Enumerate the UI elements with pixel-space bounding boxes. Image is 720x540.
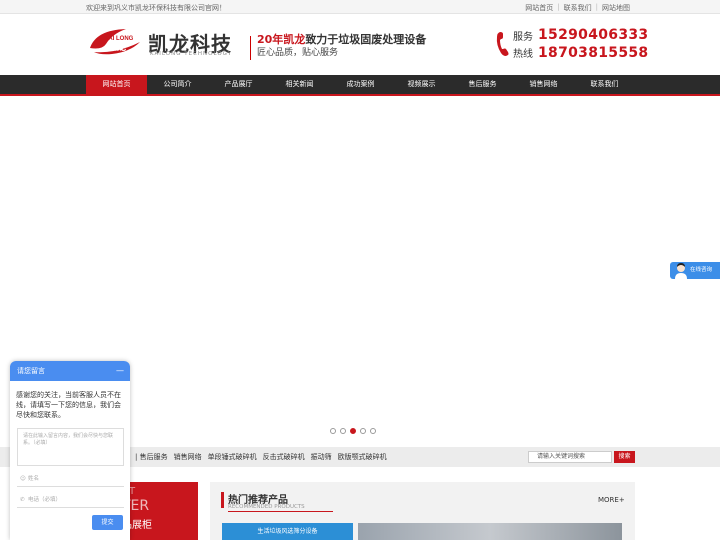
keyword-link[interactable]: 欧版颚式破碎机: [338, 452, 387, 462]
hot-products-section: 热门推荐产品 RECOMMENDED PRODUCTS MORE+ 生活垃圾风选…: [210, 482, 635, 540]
slider-dots: [330, 428, 376, 434]
more-link[interactable]: MORE+: [598, 496, 625, 504]
slider-dot[interactable]: [360, 428, 366, 434]
phone-small-icon: ✆: [20, 497, 25, 503]
site-header: KAI LONG 凯龙 凯龙科技 KAILONG TECHNOLOGY 20年凯…: [0, 14, 720, 75]
welcome-text: 欢迎来到巩义市凯龙环保科技有限公司官网！: [86, 4, 226, 12]
nav-item-news[interactable]: 相关新闻: [269, 75, 330, 94]
logo-subtitle: KAILONG TECHNOLOGY: [150, 51, 233, 57]
nav-item-contact[interactable]: 联系我们: [574, 75, 635, 94]
phone-field[interactable]: ✆ 电话（必填）: [17, 492, 124, 508]
header-divider: [250, 36, 251, 60]
slider-dot-active[interactable]: [350, 428, 356, 434]
hot-keywords: | 售后服务 销售网络 单段锤式破碎机 反击式破碎机 振动筛 欧版颚式破碎机: [135, 452, 387, 462]
section-accent-bar: [221, 492, 224, 508]
chat-title: 请您留言: [17, 367, 45, 375]
hotline-number-2: 18703815558: [538, 45, 649, 61]
user-icon: ☺: [20, 476, 26, 482]
slider-dot[interactable]: [340, 428, 346, 434]
svg-text:凯龙: 凯龙: [108, 41, 126, 53]
top-link-sitemap[interactable]: 网站地图: [602, 3, 630, 13]
hotline-label-hotline: 热线: [513, 49, 533, 60]
message-textarea[interactable]: 请在此输入留言内容，我们会尽快与您联系。（必填）: [17, 428, 124, 466]
top-link-home[interactable]: 网站首页: [525, 3, 553, 13]
keyword-link[interactable]: 反击式破碎机: [263, 452, 305, 462]
link-separator: |: [595, 3, 598, 11]
keyword-link[interactable]: 单段锤式破碎机: [208, 452, 257, 462]
name-field[interactable]: ☺ 姓名: [17, 471, 124, 487]
nav-item-about[interactable]: 公司简介: [147, 75, 208, 94]
chat-message: 感谢您的关注，当前客服人员不在线，请填写一下您的信息，我们会尽快和您联系。: [16, 391, 121, 419]
nav-item-sales-network[interactable]: 销售网络: [513, 75, 574, 94]
nav-item-home[interactable]: 网站首页: [86, 75, 147, 94]
top-link-contact[interactable]: 联系我们: [564, 3, 592, 13]
slider-dot[interactable]: [370, 428, 376, 434]
hotline-labels: 服务 热线: [513, 29, 533, 63]
hotline-label-service: 服务: [513, 32, 533, 43]
main-nav: 网站首页 公司简介 产品展厅 相关新闻 成功案例 视频展示 售后服务 销售网络 …: [0, 75, 720, 96]
nav-item-products[interactable]: 产品展厅: [208, 75, 269, 94]
submit-button[interactable]: 提交: [92, 515, 123, 530]
chat-header[interactable]: 请您留言: [10, 361, 130, 381]
nav-item-aftersales[interactable]: 售后服务: [452, 75, 513, 94]
top-links: 网站首页 | 联系我们 | 网站地图: [525, 3, 630, 13]
top-bar: 欢迎来到巩义市凯龙环保科技有限公司官网！ 网站首页 | 联系我们 | 网站地图: [0, 0, 720, 14]
hot-products-subtitle: RECOMMENDED PRODUCTS: [228, 504, 305, 510]
search-button[interactable]: 搜索: [614, 451, 635, 463]
svg-text:KAI LONG: KAI LONG: [104, 36, 134, 42]
name-placeholder: 姓名: [28, 476, 40, 482]
chat-widget: 请您留言 — 感谢您的关注，当前客服人员不在线，请填写一下您的信息，我们会尽快和…: [10, 361, 130, 540]
hotline-number-1: 15290406333: [538, 27, 649, 43]
hotline-numbers: 15290406333 18703815558: [538, 26, 648, 62]
phone-icon: [496, 32, 509, 56]
kailong-logo-icon[interactable]: KAI LONG 凯龙: [86, 26, 144, 56]
minimize-icon[interactable]: —: [116, 361, 124, 381]
agent-avatar-icon: [675, 263, 687, 279]
section-underline: [228, 511, 333, 512]
product-item[interactable]: 生活垃圾风选筛分设备: [222, 523, 353, 540]
slider-dot[interactable]: [330, 428, 336, 434]
search-input[interactable]: 请输入关键词搜索: [528, 451, 612, 463]
nav-item-cases[interactable]: 成功案例: [330, 75, 391, 94]
product-image[interactable]: [358, 523, 622, 540]
phone-placeholder: 电话（必填）: [28, 497, 62, 503]
link-separator: |: [557, 3, 560, 11]
keyword-link[interactable]: 销售网络: [174, 452, 202, 462]
nav-item-videos[interactable]: 视频展示: [391, 75, 452, 94]
keyword-link[interactable]: 振动筛: [311, 452, 332, 462]
slogan-sub: 匠心品质，贴心服务: [257, 48, 339, 58]
keyword-link[interactable]: | 售后服务: [135, 452, 168, 462]
